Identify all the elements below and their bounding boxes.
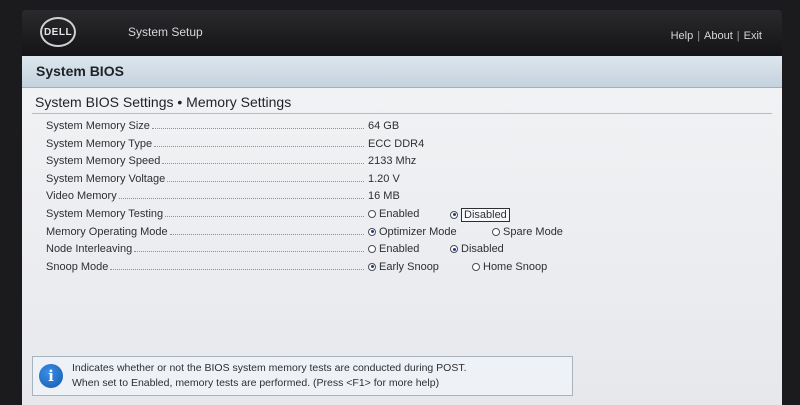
radio-spare-mode[interactable]: Spare Mode xyxy=(492,226,563,238)
help-line-1: Indicates whether or not the BIOS system… xyxy=(72,362,467,374)
setting-label: System Memory Type xyxy=(46,137,153,150)
leader-dots xyxy=(162,156,364,165)
exit-link[interactable]: Exit xyxy=(744,30,762,42)
radio-optimizer-mode[interactable]: Optimizer Mode xyxy=(368,226,457,238)
radio-button[interactable] xyxy=(368,245,376,254)
dell-logo: DELL xyxy=(40,17,76,47)
setting-label: Snoop Mode xyxy=(46,260,109,273)
setting-value: 2133 Mhz xyxy=(368,155,417,168)
radio-button-selected[interactable] xyxy=(450,210,458,219)
leader-dots xyxy=(134,244,364,253)
radio-button[interactable] xyxy=(492,227,500,236)
setting-label: System Memory Testing xyxy=(46,207,164,220)
title-divider xyxy=(32,113,772,114)
radio-label: Spare Mode xyxy=(503,225,563,238)
radio-early-snoop[interactable]: Early Snoop xyxy=(368,261,439,273)
radio-button[interactable] xyxy=(368,209,376,218)
help-box: i Indicates whether or not the BIOS syst… xyxy=(32,356,573,396)
setting-label: System Memory Size xyxy=(46,120,150,132)
setting-row-memory-speed: System Memory Speed 2133 Mhz xyxy=(46,153,766,171)
radio-button-selected[interactable] xyxy=(368,262,376,271)
leader-dots xyxy=(154,139,364,147)
top-links: Help | About | Exit xyxy=(671,30,762,42)
page-title: System BIOS Settings • Memory Settings xyxy=(35,94,292,110)
radio-memory-testing-disabled[interactable]: Disabled xyxy=(450,207,510,222)
help-link[interactable]: Help xyxy=(671,30,694,42)
help-line-2: When set to Enabled, memory tests are pe… xyxy=(72,377,440,389)
setting-row-memory-type: System Memory Type ECC DDR4 xyxy=(46,136,766,154)
setting-label: Memory Operating Mode xyxy=(46,225,168,238)
setting-value: 16 MB xyxy=(368,190,400,203)
setting-row-memory-voltage: System Memory Voltage 1.20 V xyxy=(46,171,766,189)
radio-label: Optimizer Mode xyxy=(379,225,457,238)
leader-dots xyxy=(165,209,364,217)
settings-list: System Memory Size 64 GB System Memory T… xyxy=(46,118,766,276)
setting-value: 64 GB xyxy=(368,120,400,132)
radio-button[interactable] xyxy=(472,262,480,271)
leader-dots xyxy=(169,227,364,235)
setting-label: System Memory Voltage xyxy=(46,172,166,185)
link-separator: | xyxy=(697,30,701,42)
setting-row-memory-size: System Memory Size 64 GB xyxy=(46,118,766,136)
radio-node-interleaving-enabled[interactable]: Enabled xyxy=(368,243,419,255)
radio-home-snoop[interactable]: Home Snoop xyxy=(472,261,547,273)
radio-button-selected[interactable] xyxy=(450,245,458,254)
setting-row-memory-testing: System Memory Testing Enabled Disabled xyxy=(46,206,766,224)
setting-value: 1.20 V xyxy=(368,172,400,185)
radio-label: Home Snoop xyxy=(483,260,548,273)
radio-button-selected[interactable] xyxy=(368,227,376,236)
leader-dots xyxy=(167,174,364,182)
radio-node-interleaving-disabled[interactable]: Disabled xyxy=(450,243,504,255)
setting-row-node-interleaving: Node Interleaving Enabled Disabled xyxy=(46,241,766,259)
main-panel: System BIOS System BIOS Settings • Memor… xyxy=(22,56,782,405)
radio-label: Disabled xyxy=(461,243,504,256)
info-icon: i xyxy=(39,364,63,388)
leader-dots xyxy=(110,262,364,270)
help-text: Indicates whether or not the BIOS system… xyxy=(72,361,467,391)
about-link[interactable]: About xyxy=(704,30,733,42)
radio-label: Disabled xyxy=(461,207,510,222)
app-title: System Setup xyxy=(128,25,203,39)
top-bar: DELL System Setup Help | About | Exit xyxy=(22,10,782,56)
setting-label: Video Memory xyxy=(46,190,117,203)
radio-label: Early Snoop xyxy=(379,260,439,273)
setting-row-operating-mode: Memory Operating Mode Optimizer Mode Spa… xyxy=(46,224,766,242)
leader-dots xyxy=(151,121,364,129)
radio-label: Enabled xyxy=(379,207,420,220)
setting-value: ECC DDR4 xyxy=(368,137,425,150)
leader-dots xyxy=(118,191,364,200)
link-separator: | xyxy=(736,30,740,42)
setting-label: System Memory Speed xyxy=(46,155,161,168)
setting-row-video-memory: Video Memory 16 MB xyxy=(46,188,766,206)
setting-label: Node Interleaving xyxy=(46,243,133,256)
section-title: System BIOS xyxy=(22,56,782,88)
radio-label: Enabled xyxy=(379,243,420,256)
setting-row-snoop-mode: Snoop Mode Early Snoop Home Snoop xyxy=(46,259,766,277)
radio-memory-testing-enabled[interactable]: Enabled xyxy=(368,208,419,220)
